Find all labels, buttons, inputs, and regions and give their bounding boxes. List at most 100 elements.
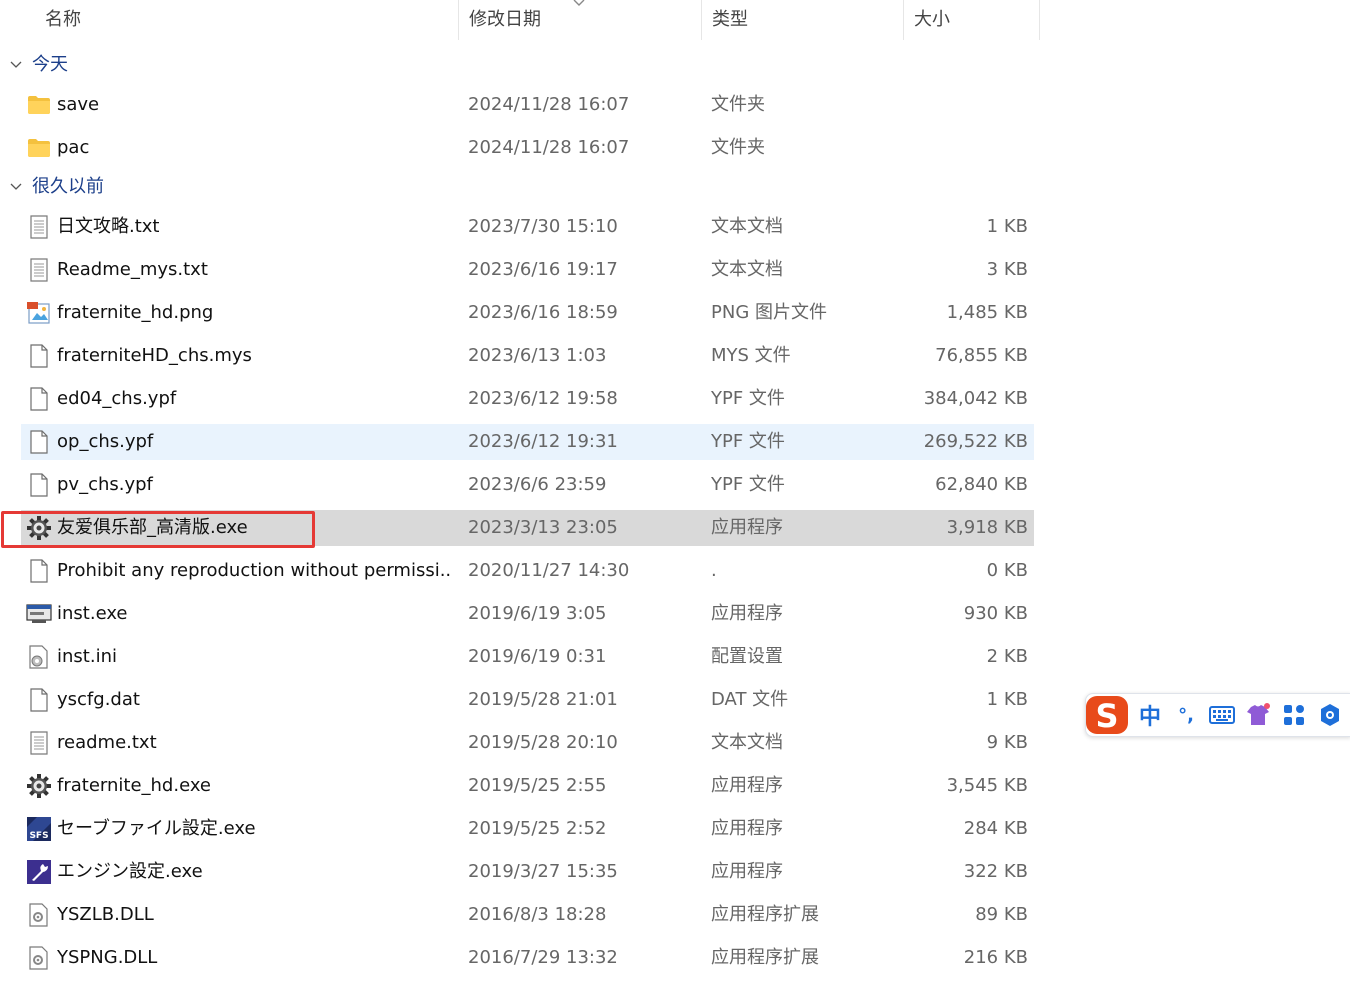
file-date: 2023/6/16 19:17 (468, 259, 618, 280)
file-date: 2020/11/27 14:30 (468, 560, 630, 581)
file-type: 文件夹 (711, 94, 765, 115)
file-name: Readme_mys.txt (57, 259, 208, 280)
text-file-icon (26, 252, 52, 288)
file-date: 2024/11/28 16:07 (468, 94, 630, 115)
file-type: 文件夹 (711, 137, 765, 158)
dll-file-icon (26, 897, 52, 933)
skin-shirt-icon[interactable] (1240, 697, 1276, 733)
file-row[interactable]: YSPNG.DLL 2016/7/29 13:32 应用程序扩展 216 KB (21, 940, 1034, 976)
dll-file-icon (26, 940, 52, 976)
group-header-long-ago[interactable]: 很久以前 (8, 172, 104, 202)
file-row[interactable]: inst.ini 2019/6/19 0:31 配置设置 2 KB (21, 639, 1034, 675)
file-row[interactable]: yscfg.dat 2019/5/28 21:01 DAT 文件 1 KB (21, 682, 1034, 718)
ime-lang-toggle[interactable]: 中 (1132, 697, 1168, 733)
file-date: 2019/5/25 2:52 (468, 818, 607, 839)
file-row[interactable]: YSZLB.DLL 2016/8/3 18:28 应用程序扩展 89 KB (21, 897, 1034, 933)
file-row[interactable]: pac 2024/11/28 16:07 文件夹 (21, 130, 1034, 166)
file-type: 配置设置 (711, 646, 783, 667)
file-name: save (57, 94, 100, 115)
file-row[interactable]: Readme_mys.txt 2023/6/16 19:17 文本文档 3 KB (21, 252, 1034, 288)
file-row[interactable]: inst.exe 2019/6/19 3:05 应用程序 930 KB (21, 596, 1034, 632)
file-row[interactable]: エンジン設定.exe 2019/3/27 15:35 应用程序 322 KB (21, 854, 1034, 890)
file-date: 2019/5/28 21:01 (468, 689, 618, 710)
file-row[interactable]: fraternite_hd.png 2023/6/16 18:59 PNG 图片文件… (21, 295, 1034, 331)
file-type: 应用程序 (711, 517, 783, 538)
folder-icon (26, 87, 52, 123)
file-size (901, 87, 1028, 123)
file-type: 文本文档 (711, 259, 783, 280)
text-file-icon (26, 725, 52, 761)
file-type: 应用程序扩展 (711, 947, 819, 968)
file-name: pv_chs.ypf (57, 474, 153, 495)
file-date: 2019/6/19 0:31 (468, 646, 607, 667)
group-header-today[interactable]: 今天 (8, 50, 68, 80)
blank-file-icon (26, 553, 52, 589)
file-size: 269,522 KB (923, 431, 1028, 452)
file-type: . (711, 560, 717, 581)
file-row[interactable]: fraterniteHD_chs.mys 2023/6/13 1:03 MYS 文件… (21, 338, 1034, 374)
file-size: 930 KB (963, 603, 1028, 624)
ai-assistant-icon[interactable] (1312, 697, 1348, 733)
file-size: 3,545 KB (946, 775, 1028, 796)
file-row[interactable]: 日文攻略.txt 2023/7/30 15:10 文本文档 1 KB (21, 209, 1034, 245)
blank-file-icon (26, 682, 52, 718)
sort-chevron-icon (573, 0, 585, 6)
installer-icon (26, 596, 52, 632)
file-name: fraterniteHD_chs.mys (57, 345, 252, 366)
blank-file-icon (26, 424, 52, 460)
file-type: YPF 文件 (711, 431, 785, 452)
sogou-logo-icon[interactable]: S (1084, 694, 1132, 736)
keyboard-icon[interactable] (1204, 697, 1240, 733)
file-size: 76,855 KB (935, 345, 1028, 366)
sfs-app-icon: SFS (26, 811, 52, 847)
highlight-annotation-box (1, 511, 315, 548)
group-label: 很久以前 (32, 176, 104, 197)
toolbox-grid-icon[interactable] (1276, 697, 1312, 733)
file-type: 应用程序扩展 (711, 904, 819, 925)
file-name: fraternite_hd.png (57, 302, 214, 323)
config-file-icon (26, 639, 52, 675)
file-size: 9 KB (986, 732, 1028, 753)
file-name: op_chs.ypf (57, 431, 154, 452)
file-type: PNG 图片文件 (711, 302, 827, 323)
file-date: 2019/5/25 2:55 (468, 775, 607, 796)
file-row[interactable]: pv_chs.ypf 2023/6/6 23:59 YPF 文件 62,840 KB (21, 467, 1034, 503)
file-row[interactable]: op_chs.ypf 2023/6/12 19:31 YPF 文件 269,522 K… (21, 424, 1034, 460)
blank-file-icon (26, 338, 52, 374)
file-type: 应用程序 (711, 603, 783, 624)
file-type: YPF 文件 (711, 388, 785, 409)
group-label: 今天 (32, 54, 68, 75)
file-row[interactable]: ed04_chs.ypf 2023/6/12 19:58 YPF 文件 384,042… (21, 381, 1034, 417)
column-type[interactable]: 类型 (702, 0, 904, 40)
file-row[interactable]: Prohibit any reproduction without permis… (21, 553, 1034, 589)
file-size: 2 KB (986, 646, 1028, 667)
column-name[interactable]: 名称 (35, 0, 459, 40)
file-date: 2023/6/6 23:59 (468, 474, 607, 495)
gear-app-icon (26, 768, 52, 804)
file-type: DAT 文件 (711, 689, 789, 710)
svg-text:SFS: SFS (29, 831, 48, 841)
svg-text:S: S (1095, 697, 1118, 735)
file-name: YSZLB.DLL (57, 904, 154, 925)
file-name: fraternite_hd.exe (57, 775, 212, 796)
column-size[interactable]: 大小 (904, 0, 1040, 40)
file-size: 284 KB (963, 818, 1028, 839)
folder-icon (26, 130, 52, 166)
file-row[interactable]: fraternite_hd.exe 2019/5/25 2:55 应用程序 3,545… (21, 768, 1034, 804)
file-size: 0 KB (986, 560, 1028, 581)
file-type: MYS 文件 (711, 345, 791, 366)
file-date: 2016/7/29 13:32 (468, 947, 618, 968)
file-row[interactable]: SFS セーブファイル設定.exe 2019/5/25 2:52 应用程序 284 KB (21, 811, 1034, 847)
column-header: 名称 修改日期 类型 大小 (0, 0, 1040, 40)
file-name: yscfg.dat (57, 689, 140, 710)
file-date: 2023/6/12 19:58 (468, 388, 618, 409)
blank-file-icon (26, 381, 52, 417)
ime-punctuation-toggle[interactable]: °, (1168, 697, 1204, 733)
file-size: 1,485 KB (946, 302, 1028, 323)
file-type: 应用程序 (711, 818, 783, 839)
file-type: 文本文档 (711, 216, 783, 237)
file-size: 62,840 KB (935, 474, 1028, 495)
file-row[interactable]: save 2024/11/28 16:07 文件夹 (21, 87, 1034, 123)
file-row[interactable]: readme.txt 2019/5/28 20:10 文本文档 9 KB (21, 725, 1034, 761)
file-size: 89 KB (975, 904, 1028, 925)
